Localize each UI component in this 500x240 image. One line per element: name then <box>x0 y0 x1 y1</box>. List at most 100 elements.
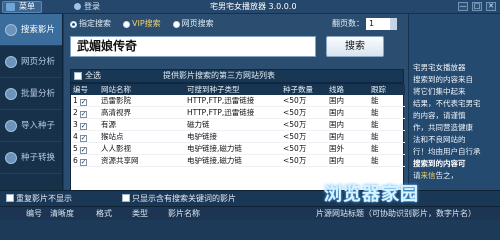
site-list-caption: 提供影片搜索的第三方网站列表 <box>163 71 275 80</box>
radio-web-search[interactable]: 网页搜索 <box>172 19 214 29</box>
results-column-format[interactable]: 格式 <box>96 207 112 220</box>
dedupe-option[interactable]: 重复影片不显示 <box>6 192 72 206</box>
site-cell-track: 能 <box>369 154 405 167</box>
sidebar-item-import-torrent[interactable]: 导入种子 <box>0 110 62 142</box>
select-all-checkbox[interactable] <box>74 72 82 80</box>
minimize-button[interactable]: — <box>458 2 468 11</box>
site-checkbox[interactable]: ✓ <box>79 147 87 154</box>
search-button[interactable]: 搜索 <box>326 36 384 57</box>
sidebar-item-web-analysis[interactable]: 网页分析 <box>0 46 62 78</box>
disclaimer-line: 结果，不代表宅男宅 <box>413 99 481 108</box>
column-header-track[interactable]: 跟踪 <box>369 84 405 95</box>
window-controls: — □ ✕ <box>458 2 496 11</box>
site-cell-route: 国外 <box>327 142 369 155</box>
results-column-source-title[interactable]: 片源网站标题（可协助识别影片，数字片名） <box>316 207 476 220</box>
site-cell-route: 国内 <box>327 154 369 167</box>
radio-vip-search[interactable]: VIP搜索 <box>123 19 161 29</box>
site-cell-name: 猴站点 <box>99 130 185 143</box>
site-cell-track: 能 <box>369 130 405 143</box>
site-cell-name: 资源共享网 <box>99 154 185 167</box>
site-row[interactable]: 5 ✓ 人人影视 电驴链接,磁力链 <50万 国外 能 <box>71 142 405 155</box>
site-cell-no: 2 ✓ <box>71 106 99 119</box>
disclaimer-line: 宅男宅女播放器 <box>413 63 466 72</box>
dedupe-checkbox[interactable] <box>6 194 14 202</box>
column-header-torrent-count[interactable]: 种子数量 <box>281 84 327 95</box>
maximize-button[interactable]: □ <box>472 2 482 11</box>
site-cell-track: 能 <box>369 142 405 155</box>
keyword-only-option[interactable]: 只显示含有搜索关键词的影片 <box>122 192 236 206</box>
column-header-route[interactable]: 线路 <box>327 84 369 95</box>
results-column-type[interactable]: 类型 <box>132 207 148 220</box>
site-no: 2 <box>73 108 78 117</box>
tip-suffix: 告之， <box>435 171 459 180</box>
site-cell-types: 电驴链接,磁力链 <box>185 142 281 155</box>
site-checkbox[interactable]: ✓ <box>79 135 87 142</box>
site-cell-no: 1 ✓ <box>71 95 99 107</box>
site-cell-track: 能 <box>369 95 405 107</box>
site-row[interactable]: 4 ✓ 猴站点 电驴链接 <50万 国内 能 <box>71 130 405 143</box>
login-label: 登录 <box>84 2 100 11</box>
search-input[interactable]: 武媚娘传奇 <box>70 36 316 57</box>
site-row[interactable]: 6 ✓ 资源共享网 电驴链接,磁力链 <50万 国内 能 <box>71 154 405 167</box>
select-all-label: 全选 <box>85 71 101 80</box>
column-header-site-name[interactable]: 网站名称 <box>99 84 185 95</box>
sidebar-item-search-movie[interactable]: 搜索影片 <box>0 14 62 46</box>
site-cell-no: 5 ✓ <box>71 142 99 155</box>
site-cell-name: 有源 <box>99 118 185 131</box>
menu-button[interactable]: 菜单 <box>2 1 42 13</box>
site-cell-name: 迅雷影院 <box>99 95 185 107</box>
menu-icon <box>6 3 15 11</box>
close-button[interactable]: ✕ <box>486 2 496 11</box>
site-cell-name: 人人影视 <box>99 142 185 155</box>
page-count-input[interactable]: 1 <box>366 18 390 30</box>
keyword-only-checkbox[interactable] <box>122 194 130 202</box>
radio-label: 网页搜索 <box>181 19 214 28</box>
batch-icon <box>5 88 17 100</box>
sidebar: 搜索影片 网页分析 批量分析 导入种子 种子转换 <box>0 14 63 204</box>
site-cell-route: 国内 <box>327 106 369 119</box>
site-checkbox[interactable]: ✓ <box>79 159 87 166</box>
site-checkbox[interactable]: ✓ <box>79 111 87 118</box>
watermark: 浏览器家园 <box>324 184 419 205</box>
site-cell-count: <50万 <box>281 95 327 107</box>
site-cell-types: HTTP,FTP,迅雷链接 <box>185 95 281 107</box>
site-cell-no: 6 ✓ <box>71 154 99 167</box>
page-count-label: 翻页数： <box>332 19 364 28</box>
site-row[interactable]: 2 ✓ 高清视界 HTTP,FTP,迅雷链接 <50万 国内 能 <box>71 106 405 119</box>
page-count-spinner[interactable] <box>390 18 397 30</box>
import-icon <box>5 120 17 132</box>
site-checkbox[interactable]: ✓ <box>79 123 87 130</box>
convert-icon <box>5 152 17 164</box>
results-column-quality[interactable]: 清晰度 <box>50 207 74 220</box>
site-cell-count: <50万 <box>281 118 327 131</box>
site-row[interactable]: 1 ✓ 迅雷影院 HTTP,FTP,迅雷链接 <50万 国内 能 <box>71 95 405 107</box>
sidebar-item-label: 网页分析 <box>21 57 56 67</box>
menu-label: 菜单 <box>19 2 35 11</box>
contact-link[interactable]: 来信 <box>421 171 436 180</box>
title-bar: 菜单 登录 宅男宅女播放器 3.0.0.0 — □ ✕ <box>0 0 500 14</box>
sidebar-item-batch-analysis[interactable]: 批量分析 <box>0 78 62 110</box>
site-cell-types: HTTP,FTP,迅雷链接 <box>185 106 281 119</box>
radio-dot <box>123 20 130 28</box>
results-column-movie-name[interactable]: 影片名称 <box>168 207 200 220</box>
results-column-no[interactable]: 编号 <box>26 207 42 220</box>
results-header: 编号 清晰度 格式 类型 影片名称 片源网站标题（可协助识别影片，数字片名） <box>0 206 500 220</box>
search-panel: 指定搜索 VIP搜索 网页搜索 翻页数： 1 武媚娘传奇 搜索 全选 提供影片搜索… <box>64 14 408 204</box>
site-table: 编号 网站名称 可搜到种子类型 种子数量 线路 跟踪 1 ✓ 迅雷影院 HTTP,… <box>71 84 405 167</box>
sidebar-item-torrent-convert[interactable]: 种子转换 <box>0 142 62 174</box>
site-row[interactable]: 3 ✓ 有源 磁力链 <50万 国内 能 <box>71 118 405 131</box>
site-checkbox[interactable]: ✓ <box>79 99 87 106</box>
web-icon <box>5 56 17 68</box>
site-cell-no: 4 ✓ <box>71 130 99 143</box>
column-header-no[interactable]: 编号 <box>71 84 99 95</box>
column-header-torrent-types[interactable]: 可搜到种子类型 <box>185 84 281 95</box>
search-mode-group: 指定搜索 VIP搜索 网页搜索 <box>70 19 214 29</box>
site-cell-count: <50万 <box>281 130 327 143</box>
tip-prefix: 请 <box>413 171 421 180</box>
radio-specified-search[interactable]: 指定搜索 <box>70 19 111 29</box>
login-link[interactable]: 登录 <box>74 1 100 13</box>
disclaimer-line: 法和不良网站的 <box>413 135 466 144</box>
disclaimer-line: 作，共同营造健康 <box>413 123 473 132</box>
site-list-header: 全选 提供影片搜索的第三方网站列表 <box>70 69 404 83</box>
user-icon <box>74 3 81 10</box>
